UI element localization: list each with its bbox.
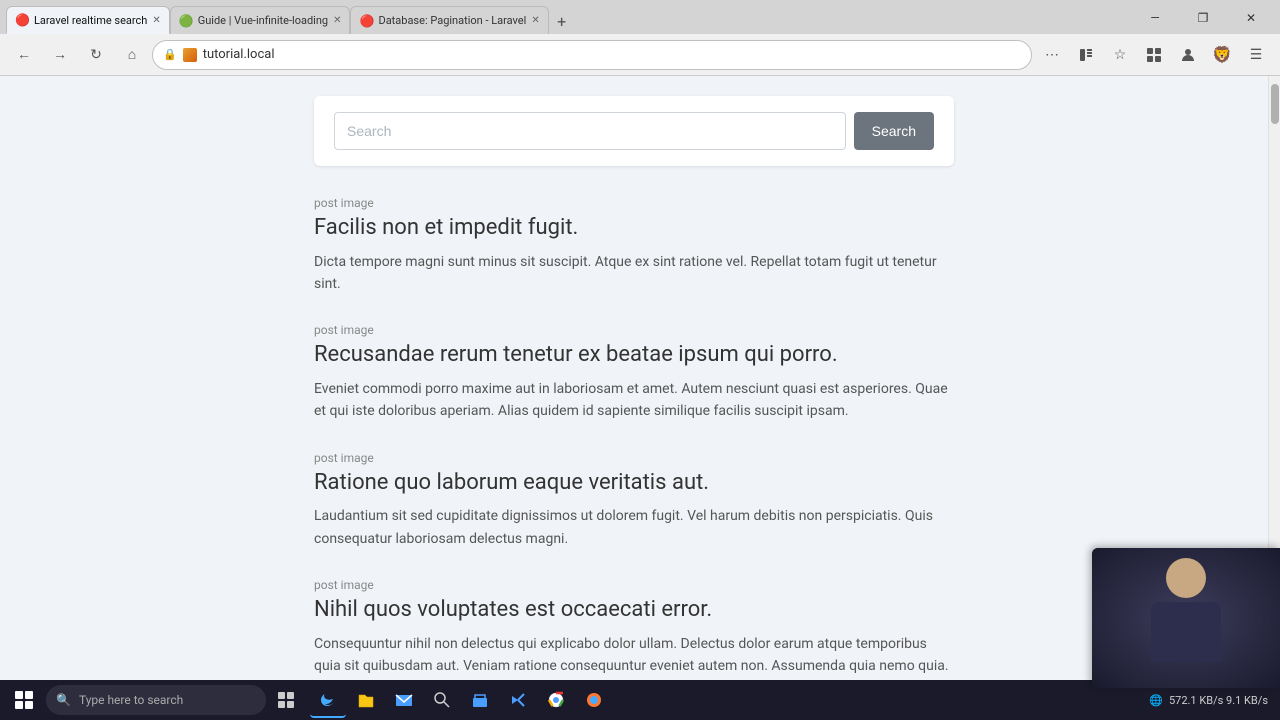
address-bar[interactable]: 🔒 tutorial.local — [152, 40, 1032, 70]
taskbar-explorer-icon[interactable] — [348, 682, 384, 718]
search-input[interactable] — [334, 112, 846, 150]
content-container: Search post image Facilis non et impedit… — [294, 96, 974, 680]
post-title: Facilis non et impedit fugit. — [314, 214, 954, 243]
post-label: post image — [314, 196, 954, 210]
post-item: post image Recusandae rerum tenetur ex b… — [314, 323, 954, 422]
network-icon: 🌐 — [1149, 694, 1163, 707]
collections-button[interactable] — [1138, 39, 1170, 71]
page-content: Search post image Facilis non et impedit… — [0, 76, 1268, 680]
post-label: post image — [314, 451, 954, 465]
tabs-row: 🔴 Laravel realtime search ✕ 🟢 Guide | Vu… — [0, 0, 1280, 34]
tab-favicon-3: 🔴 — [359, 14, 373, 28]
taskbar-vscode-icon[interactable] — [500, 682, 536, 718]
person-head — [1166, 558, 1206, 598]
post-body: Dicta tempore magni sunt minus sit susci… — [314, 251, 954, 296]
tab-db-pagination[interactable]: 🔴 Database: Pagination - Laravel ✕ — [350, 6, 548, 34]
tab-label-2: Guide | Vue-infinite-loading — [198, 14, 328, 27]
browser-content: Search post image Facilis non et impedit… — [0, 76, 1280, 680]
taskbar-edge-icon[interactable] — [310, 682, 346, 718]
tab-close-3[interactable]: ✕ — [531, 15, 539, 26]
post-body: Consequuntur nihil non delectus qui expl… — [314, 633, 954, 678]
windows-logo-icon — [15, 691, 33, 709]
taskbar-chrome-icon[interactable] — [538, 682, 574, 718]
window-controls: — ❐ ✕ — [1132, 2, 1274, 34]
taskbar-items — [310, 682, 612, 718]
post-label: post image — [314, 323, 954, 337]
tab-label-1: Laravel realtime search — [34, 14, 147, 27]
tab-close-2[interactable]: ✕ — [333, 15, 341, 26]
search-box: Search — [314, 96, 954, 166]
task-view-button[interactable] — [268, 682, 304, 718]
taskbar-firefox-icon[interactable] — [576, 682, 612, 718]
webcam-content — [1092, 548, 1280, 688]
person-body — [1151, 602, 1221, 662]
post-title: Nihil quos voluptates est occaecati erro… — [314, 596, 954, 625]
brave-shield-button[interactable]: 🦁 — [1206, 39, 1238, 71]
home-button[interactable]: ⌂ — [116, 39, 148, 71]
taskbar-system-tray: 🌐 572.1 KB/s 9.1 KB/s — [1149, 694, 1276, 707]
post-title: Recusandae rerum tenetur ex beatae ipsum… — [314, 341, 954, 370]
address-text: tutorial.local — [203, 47, 275, 62]
forward-button[interactable]: → — [44, 39, 76, 71]
post-label: post image — [314, 578, 954, 592]
taskbar-store-icon[interactable] — [462, 682, 498, 718]
back-button[interactable]: ← — [8, 39, 40, 71]
taskbar-search-icon: 🔍 — [56, 693, 71, 707]
tab-favicon-1: 🔴 — [15, 13, 29, 27]
close-button[interactable]: ✕ — [1228, 2, 1274, 34]
post-body: Laudantium sit sed cupiditate dignissimo… — [314, 505, 954, 550]
refresh-button[interactable]: ↻ — [80, 39, 112, 71]
tab-label-3: Database: Pagination - Laravel — [378, 14, 526, 27]
post-item: post image Facilis non et impedit fugit.… — [314, 196, 954, 295]
nav-bar: ← → ↻ ⌂ 🔒 tutorial.local ⋯ ☆ — [0, 34, 1280, 76]
taskbar: 🔍 Type here to search — [0, 680, 1280, 720]
site-favicon — [183, 48, 197, 62]
new-tab-button[interactable]: + — [549, 8, 575, 34]
person-silhouette — [1146, 558, 1226, 678]
search-row: Search — [334, 112, 934, 150]
taskbar-mail-icon[interactable] — [386, 682, 422, 718]
taskbar-search-placeholder: Type here to search — [79, 693, 183, 707]
start-button[interactable] — [4, 682, 44, 718]
post-body: Eveniet commodi porro maxime aut in labo… — [314, 378, 954, 423]
post-title: Ratione quo laborum eaque veritatis aut. — [314, 469, 954, 498]
profile-button[interactable] — [1172, 39, 1204, 71]
more-options-button[interactable]: ⋯ — [1036, 39, 1068, 71]
nav-actions: ⋯ ☆ — [1036, 39, 1272, 71]
security-icon: 🔒 — [163, 48, 177, 61]
browser-menu-button[interactable]: ☰ — [1240, 39, 1272, 71]
tab-close-1[interactable]: ✕ — [152, 15, 160, 26]
sys-tray-icons: 🌐 572.1 KB/s 9.1 KB/s — [1149, 694, 1268, 707]
taskbar-search-icon[interactable] — [424, 682, 460, 718]
tab-favicon-2: 🟢 — [179, 14, 193, 28]
bookmark-button[interactable]: ☆ — [1104, 39, 1136, 71]
scrollbar-thumb[interactable] — [1271, 84, 1279, 124]
tab-vue-guide[interactable]: 🟢 Guide | Vue-infinite-loading ✕ — [170, 6, 351, 34]
webcam-overlay — [1092, 548, 1280, 688]
post-item: post image Ratione quo laborum eaque ver… — [314, 451, 954, 550]
taskbar-search[interactable]: 🔍 Type here to search — [46, 685, 266, 715]
post-item: post image Nihil quos voluptates est occ… — [314, 578, 954, 677]
minimize-button[interactable]: — — [1132, 2, 1178, 34]
sys-tray-text: 572.1 KB/s 9.1 KB/s — [1169, 694, 1268, 707]
search-button[interactable]: Search — [854, 112, 934, 150]
tab-laravel-realtime[interactable]: 🔴 Laravel realtime search ✕ — [6, 6, 170, 34]
browser-frame: 🔴 Laravel realtime search ✕ 🟢 Guide | Vu… — [0, 0, 1280, 720]
reader-mode-button[interactable] — [1070, 39, 1102, 71]
maximize-button[interactable]: ❐ — [1180, 2, 1226, 34]
